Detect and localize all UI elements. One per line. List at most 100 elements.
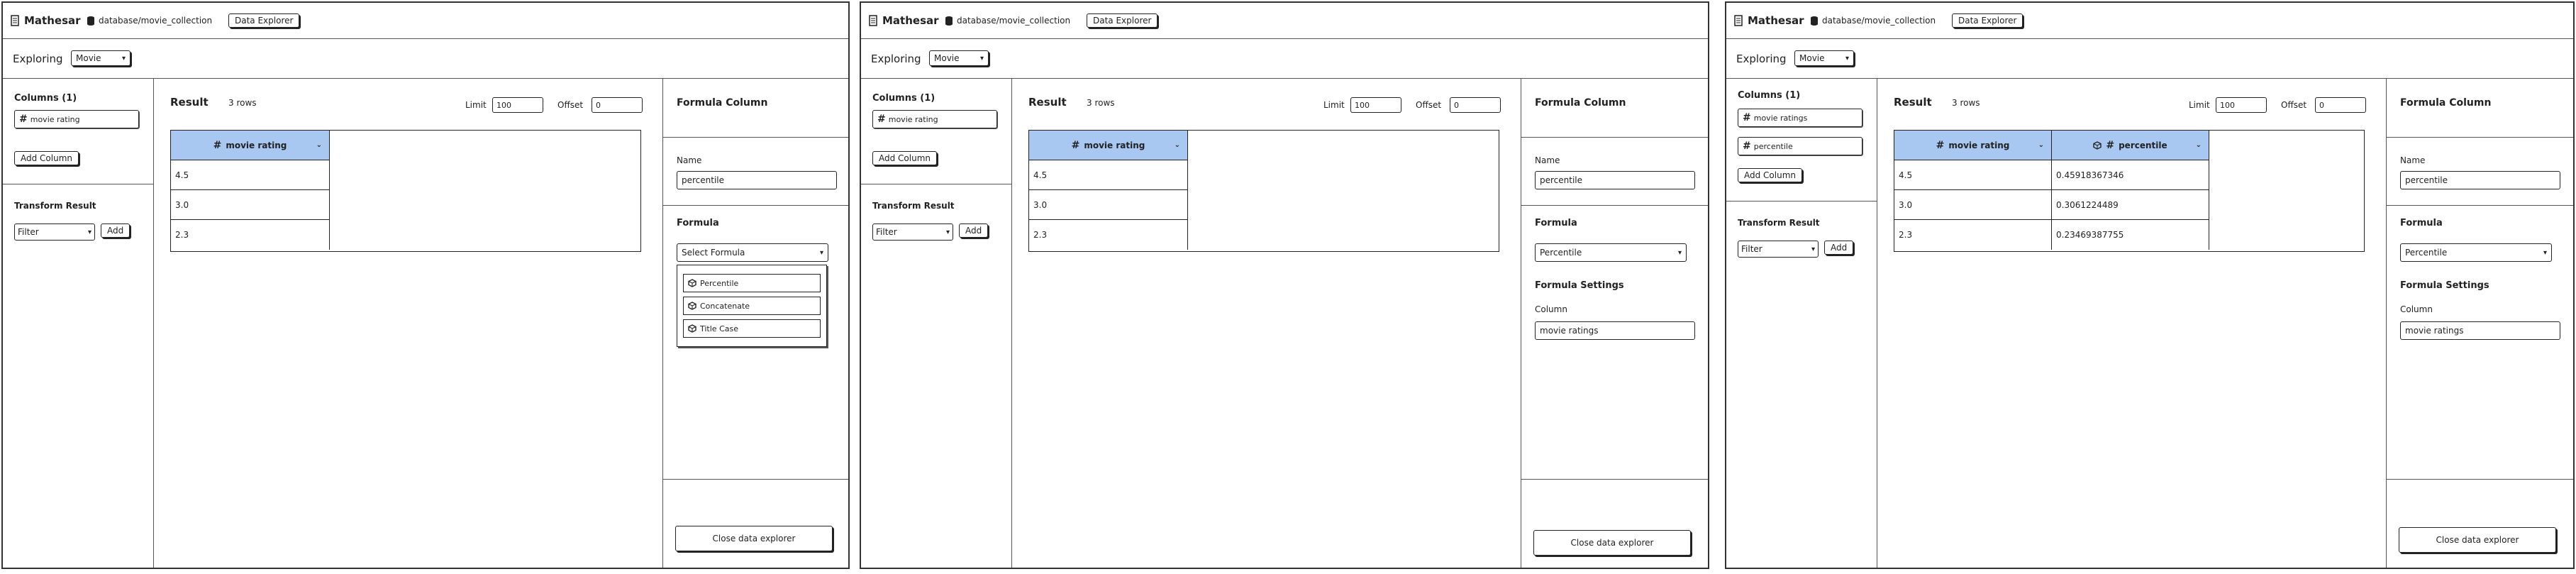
table-cell[interactable]: 2.3	[1894, 220, 2052, 250]
add-column-button[interactable]: Add Column	[14, 151, 79, 165]
add-column-button[interactable]: Add Column	[872, 151, 938, 165]
brand[interactable]: Mathesar	[10, 14, 81, 27]
formula-name-input[interactable]: percentile	[2400, 171, 2560, 189]
data-explorer-button[interactable]: Data Explorer	[1087, 13, 1158, 28]
data-explorer-button[interactable]: Data Explorer	[1952, 13, 2023, 28]
filter-select[interactable]: Filter ▾	[14, 223, 95, 241]
result-panel: Result 3 rows Limit 100 Offset 0 # movie…	[153, 79, 663, 568]
table-cell[interactable]: 4.5	[171, 160, 330, 190]
table-cell[interactable]: 0.23469387755	[2052, 220, 2209, 250]
breadcrumb[interactable]: database/movie_collection	[945, 16, 1070, 26]
table-select[interactable]: Movie ▾	[1794, 50, 1854, 66]
column-chip[interactable]: # movie rating	[14, 110, 139, 128]
table-select[interactable]: Movie ▾	[71, 50, 131, 66]
column-header-percentile[interactable]: # percentile ⌄	[2052, 131, 2209, 160]
name-label: Name	[2400, 155, 2426, 165]
chevron-down-icon[interactable]: ⌄	[316, 141, 322, 149]
formula-settings-title: Formula Settings	[1535, 280, 1624, 291]
limit-input[interactable]: 100	[492, 97, 543, 113]
exploring-label: Exploring	[1736, 53, 1787, 65]
brand[interactable]: Mathesar	[868, 14, 939, 27]
chevron-down-icon[interactable]: ⌄	[2038, 141, 2044, 149]
top-bar: Mathesar database/movie_collection Data …	[3, 3, 848, 39]
add-transform-button[interactable]: Add	[1824, 241, 1854, 255]
table-cell[interactable]: 2.3	[171, 220, 330, 250]
table-cell[interactable]: 3.0	[1894, 190, 2052, 220]
chevron-down-icon: ▾	[1677, 248, 1682, 257]
formula-option-concatenate[interactable]: Concatenate	[683, 297, 821, 315]
rows-count: 3 rows	[1952, 98, 1980, 108]
filter-select[interactable]: Filter ▾	[872, 223, 953, 241]
formula-panel: Formula Column Name percentile Formula P…	[1521, 79, 1708, 568]
result-panel: Result 3 rows Limit 100 Offset 0 # movie…	[1877, 79, 2387, 568]
hash-icon: #	[1743, 140, 1751, 152]
column-header-label: movie rating	[1948, 140, 2010, 150]
close-data-explorer-button[interactable]: Close data explorer	[675, 526, 833, 551]
column-header-movie-rating[interactable]: # movie rating ⌄	[1894, 131, 2052, 160]
column-header-movie-rating[interactable]: # movie rating ⌄	[171, 131, 330, 160]
limit-input[interactable]: 100	[1350, 97, 1401, 113]
column-chip[interactable]: # movie ratings	[1738, 109, 1862, 127]
formula-option-title-case[interactable]: Title Case	[683, 319, 821, 338]
table-cell[interactable]: 3.0	[1029, 190, 1188, 220]
table-cell[interactable]: 3.0	[171, 190, 330, 220]
offset-input[interactable]: 0	[2315, 97, 2366, 113]
table-cell[interactable]: 2.3	[1029, 220, 1188, 250]
table-select[interactable]: Movie ▾	[929, 50, 989, 66]
hash-icon: #	[19, 114, 28, 125]
chevron-down-icon: ▾	[87, 228, 91, 236]
formula-column-input[interactable]: movie ratings	[2400, 321, 2560, 340]
filter-select[interactable]: Filter ▾	[1738, 241, 1819, 258]
transform-title: Transform Result	[1738, 218, 1820, 228]
divider	[1521, 479, 1708, 480]
formula-dropdown: Percentile Concatenate Title Case	[677, 265, 827, 347]
close-data-explorer-button[interactable]: Close data explorer	[2399, 527, 2556, 553]
column-chip-label: movie ratings	[1753, 113, 1808, 123]
table-cell[interactable]: 0.45918367346	[2052, 160, 2209, 190]
data-explorer-button[interactable]: Data Explorer	[228, 13, 300, 28]
add-transform-button[interactable]: Add	[959, 223, 989, 238]
formula-option-percentile[interactable]: Percentile	[683, 274, 821, 292]
table-cell[interactable]: 4.5	[1029, 160, 1188, 190]
column-chip[interactable]: # percentile	[1738, 137, 1862, 155]
offset-input[interactable]: 0	[592, 97, 643, 113]
formula-name-input[interactable]: percentile	[1535, 171, 1695, 189]
formula-select[interactable]: Percentile ▾	[2400, 243, 2552, 262]
breadcrumb[interactable]: database/movie_collection	[87, 16, 212, 26]
table-select-value: Movie	[76, 53, 101, 63]
result-title: Result	[170, 96, 209, 109]
column-header-label: movie rating	[226, 140, 287, 150]
mathesar-logo-icon	[868, 15, 878, 26]
add-column-button[interactable]: Add Column	[1738, 168, 1803, 182]
breadcrumb[interactable]: database/movie_collection	[1810, 16, 1936, 26]
chevron-down-icon[interactable]: ⌄	[2196, 141, 2202, 149]
column-chip[interactable]: # movie rating	[872, 110, 997, 128]
formula-select-value: Select Formula	[682, 248, 745, 258]
limit-input[interactable]: 100	[2216, 97, 2267, 113]
formula-option-label: Concatenate	[700, 301, 750, 311]
column-header-movie-rating[interactable]: # movie rating ⌄	[1029, 131, 1188, 160]
brand[interactable]: Mathesar	[1733, 14, 1804, 27]
chevron-down-icon[interactable]: ⌄	[1175, 141, 1180, 149]
close-data-explorer-button[interactable]: Close data explorer	[1533, 530, 1691, 556]
formula-select[interactable]: Select Formula ▾	[677, 243, 828, 262]
formula-name-input[interactable]: percentile	[677, 171, 837, 189]
formula-select[interactable]: Percentile ▾	[1535, 243, 1687, 262]
chevron-down-icon: ▾	[819, 248, 823, 257]
divider	[2386, 479, 2573, 480]
result-title: Result	[1028, 96, 1067, 109]
divider	[662, 479, 848, 480]
formula-cube-icon	[688, 279, 696, 287]
hash-icon: #	[877, 114, 886, 125]
columns-title: Columns (1)	[872, 93, 936, 104]
offset-input[interactable]: 0	[1450, 97, 1501, 113]
table-cell[interactable]: 4.5	[1894, 160, 2052, 190]
table-cell[interactable]: 0.3061224489	[2052, 190, 2209, 220]
mathesar-logo-icon	[1733, 15, 1743, 26]
app-name: Mathesar	[882, 14, 939, 27]
database-icon	[945, 16, 953, 26]
formula-label: Formula	[1535, 218, 1577, 228]
add-transform-button[interactable]: Add	[101, 223, 131, 238]
name-label: Name	[677, 155, 702, 165]
formula-column-input[interactable]: movie ratings	[1535, 321, 1695, 340]
